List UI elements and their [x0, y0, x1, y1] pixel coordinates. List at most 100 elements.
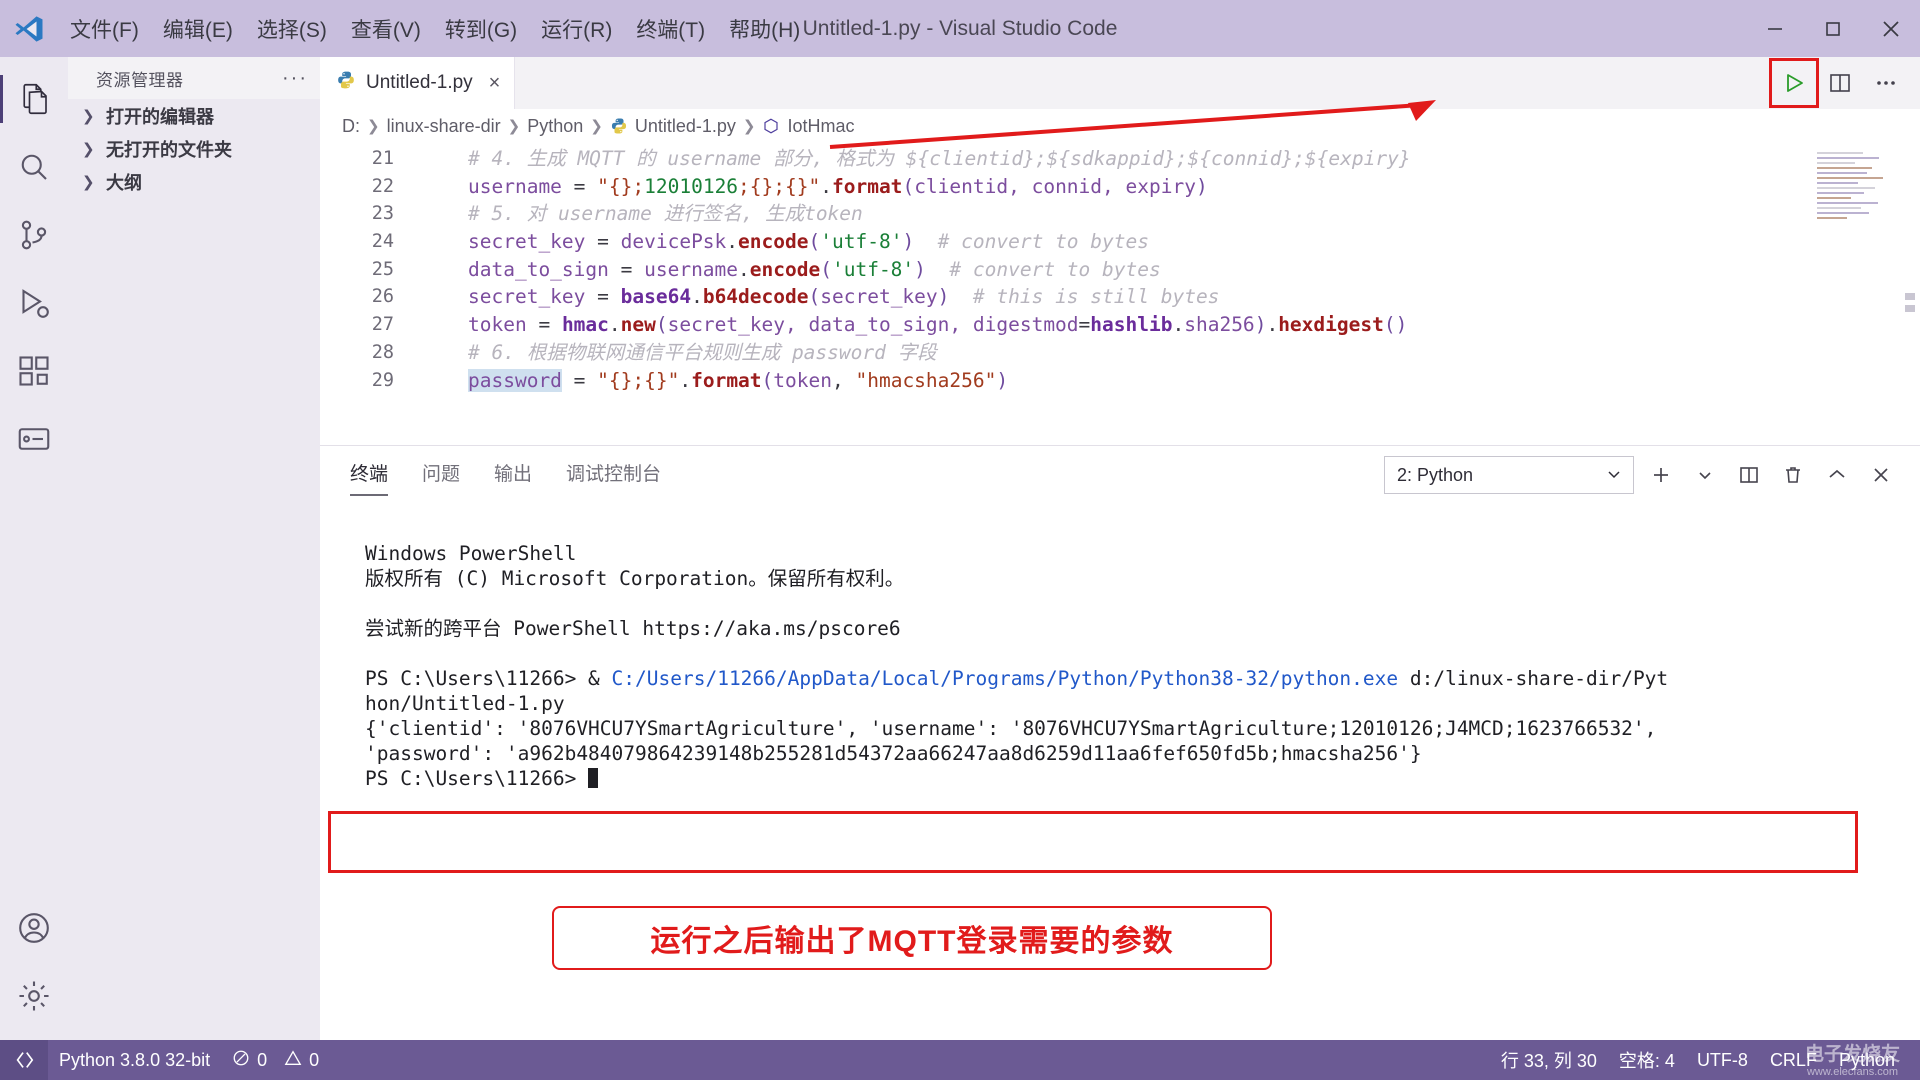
run-python-file-button[interactable]: [1774, 63, 1814, 103]
code-line[interactable]: 21# 4. 生成 MQTT 的 username 部分, 格式为 ${clie…: [320, 145, 1920, 173]
terminal-selector-value: 2: Python: [1397, 465, 1473, 486]
menu-view[interactable]: 查看(V): [339, 8, 433, 50]
code-token: (: [809, 230, 821, 253]
terminal-output-line: {'clientid': '8076VHCU7YSmartAgriculture…: [365, 716, 1920, 741]
sidebar-item-no-folder[interactable]: ❯ 无打开的文件夹: [68, 132, 320, 165]
line-number: 26: [320, 283, 416, 311]
code-token: (: [902, 175, 914, 198]
code-text: data_to_sign = username.encode('utf-8') …: [460, 256, 1920, 284]
code-token: base64: [621, 285, 691, 308]
breadcrumb-item-symbol[interactable]: IotHmac: [787, 116, 854, 137]
code-token: data_to_sign: [468, 258, 621, 281]
breadcrumb-item-subfolder[interactable]: Python: [527, 116, 583, 137]
error-icon: [232, 1049, 250, 1072]
chevron-right-icon: ❯: [590, 117, 603, 135]
code-line[interactable]: 25data_to_sign = username.encode('utf-8'…: [320, 256, 1920, 284]
terminal-text-line: 尝试新的跨平台 PowerShell https://aka.ms/pscore…: [365, 616, 1920, 641]
tab-untitled-1-py[interactable]: Untitled-1.py ×: [320, 57, 515, 109]
code-text: # 5. 对 username 进行签名, 生成token: [460, 200, 1920, 228]
gear-icon[interactable]: [0, 962, 68, 1030]
status-problems[interactable]: 0 0: [221, 1040, 330, 1080]
window-controls: [1746, 0, 1920, 57]
code-line[interactable]: 28# 6. 根据物联网通信平台规则生成 password 字段: [320, 339, 1920, 367]
workbench-body: 资源管理器 ··· ❯ 打开的编辑器 ❯ 无打开的文件夹 ❯ 大纲: [0, 57, 1920, 1040]
sidebar-item-outline[interactable]: ❯ 大纲: [68, 165, 320, 198]
activity-item-explorer[interactable]: [0, 65, 68, 133]
panel-actions: 2: Python: [1384, 456, 1920, 494]
code-line[interactable]: 22username = "{};12010126;{};{}".format(…: [320, 173, 1920, 201]
code-line[interactable]: 27token = hmac.new(secret_key, data_to_s…: [320, 311, 1920, 339]
status-error-count: 0: [257, 1050, 267, 1071]
code-token: "{};: [597, 175, 644, 198]
panel-tab-output[interactable]: 输出: [494, 459, 532, 492]
code-token: new: [621, 313, 656, 336]
menu-selection[interactable]: 选择(S): [245, 8, 339, 50]
code-lines: 21# 4. 生成 MQTT 的 username 部分, 格式为 ${clie…: [320, 143, 1920, 445]
trash-icon[interactable]: [1776, 458, 1810, 492]
minimize-icon[interactable]: [1746, 0, 1804, 57]
code-token: .: [820, 175, 832, 198]
breadcrumb-item-file[interactable]: Untitled-1.py: [635, 116, 736, 137]
activity-item-run-and-debug[interactable]: [0, 269, 68, 337]
new-terminal-icon[interactable]: [1644, 458, 1678, 492]
account-icon[interactable]: [0, 894, 68, 962]
menu-file[interactable]: 文件(F): [58, 8, 151, 50]
more-actions-icon[interactable]: [1866, 63, 1906, 103]
code-line[interactable]: 26secret_key = base64.b64decode(secret_k…: [320, 283, 1920, 311]
minimap[interactable]: [1814, 149, 1900, 229]
activity-item-remote-explorer[interactable]: [0, 405, 68, 473]
editor-scrollbar[interactable]: [1904, 293, 1916, 338]
menu-edit[interactable]: 编辑(E): [151, 8, 245, 50]
terminal-dropdown-icon[interactable]: [1688, 458, 1722, 492]
status-cursor-position[interactable]: 行 33, 列 30: [1490, 1040, 1608, 1080]
code-editor[interactable]: 21# 4. 生成 MQTT 的 username 部分, 格式为 ${clie…: [320, 143, 1920, 445]
close-icon[interactable]: [1862, 0, 1920, 57]
terminal-cursor: [588, 768, 598, 788]
code-token: # convert to bytes: [914, 230, 1149, 253]
code-line[interactable]: 24secret_key = devicePsk.encode('utf-8')…: [320, 228, 1920, 256]
breadcrumb-item-drive[interactable]: D:: [342, 116, 360, 137]
code-line[interactable]: 29password = "{};{}".format(token, "hmac…: [320, 367, 1920, 395]
title-bar: 文件(F) 编辑(E) 选择(S) 查看(V) 转到(G) 运行(R) 终端(T…: [0, 0, 1920, 57]
menu-terminal[interactable]: 终端(T): [624, 8, 717, 50]
code-token: =: [1079, 313, 1091, 336]
activity-item-search[interactable]: [0, 133, 68, 201]
maximize-icon[interactable]: [1804, 0, 1862, 57]
activity-item-source-control[interactable]: [0, 201, 68, 269]
code-text: # 6. 根据物联网通信平台规则生成 password 字段: [460, 339, 1920, 367]
chevron-right-icon: ❯: [508, 117, 521, 135]
maximize-panel-icon[interactable]: [1820, 458, 1854, 492]
terminal-prompt-line: PS C:\Users\11266>: [365, 766, 1920, 791]
menu-help[interactable]: 帮助(H): [717, 8, 812, 50]
terminal-selector[interactable]: 2: Python: [1384, 456, 1634, 494]
panel-tab-debug-console[interactable]: 调试控制台: [566, 459, 661, 492]
code-token: # convert to bytes: [926, 258, 1161, 281]
status-encoding[interactable]: UTF-8: [1686, 1040, 1759, 1080]
status-left: Python 3.8.0 32-bit 0 0: [48, 1040, 330, 1080]
panel-tab-terminal[interactable]: 终端: [350, 459, 388, 492]
editor-actions: [1774, 57, 1920, 109]
sidebar-more-icon[interactable]: ···: [282, 68, 308, 88]
close-panel-icon[interactable]: [1864, 458, 1898, 492]
code-text: secret_key = devicePsk.encode('utf-8') #…: [460, 228, 1920, 256]
split-terminal-icon[interactable]: [1732, 458, 1766, 492]
menu-go[interactable]: 转到(G): [433, 8, 529, 50]
code-line[interactable]: 23 # 5. 对 username 进行签名, 生成token: [320, 200, 1920, 228]
breadcrumb-item-folder[interactable]: linux-share-dir: [387, 116, 501, 137]
watermark: 电子发烧友 www.elecfans.com: [1805, 1045, 1900, 1078]
terminal-arg: d:/linux-share-dir/Pyt: [1398, 667, 1668, 690]
line-number: 23: [320, 200, 416, 228]
status-python-interpreter[interactable]: Python 3.8.0 32-bit: [48, 1040, 221, 1080]
activity-item-extensions[interactable]: [0, 337, 68, 405]
split-editor-icon[interactable]: [1820, 63, 1860, 103]
remote-window-icon[interactable]: [0, 1040, 48, 1080]
watermark-url: www.elecfans.com: [1805, 1066, 1900, 1078]
sidebar-item-open-editors[interactable]: ❯ 打开的编辑器: [68, 99, 320, 132]
panel-tab-problems[interactable]: 问题: [422, 459, 460, 492]
close-icon[interactable]: ×: [489, 72, 501, 95]
code-token: (: [656, 313, 668, 336]
code-token: token: [468, 313, 538, 336]
status-indentation[interactable]: 空格: 4: [1608, 1040, 1686, 1080]
line-number: 27: [320, 311, 416, 339]
menu-run[interactable]: 运行(R): [529, 8, 624, 50]
